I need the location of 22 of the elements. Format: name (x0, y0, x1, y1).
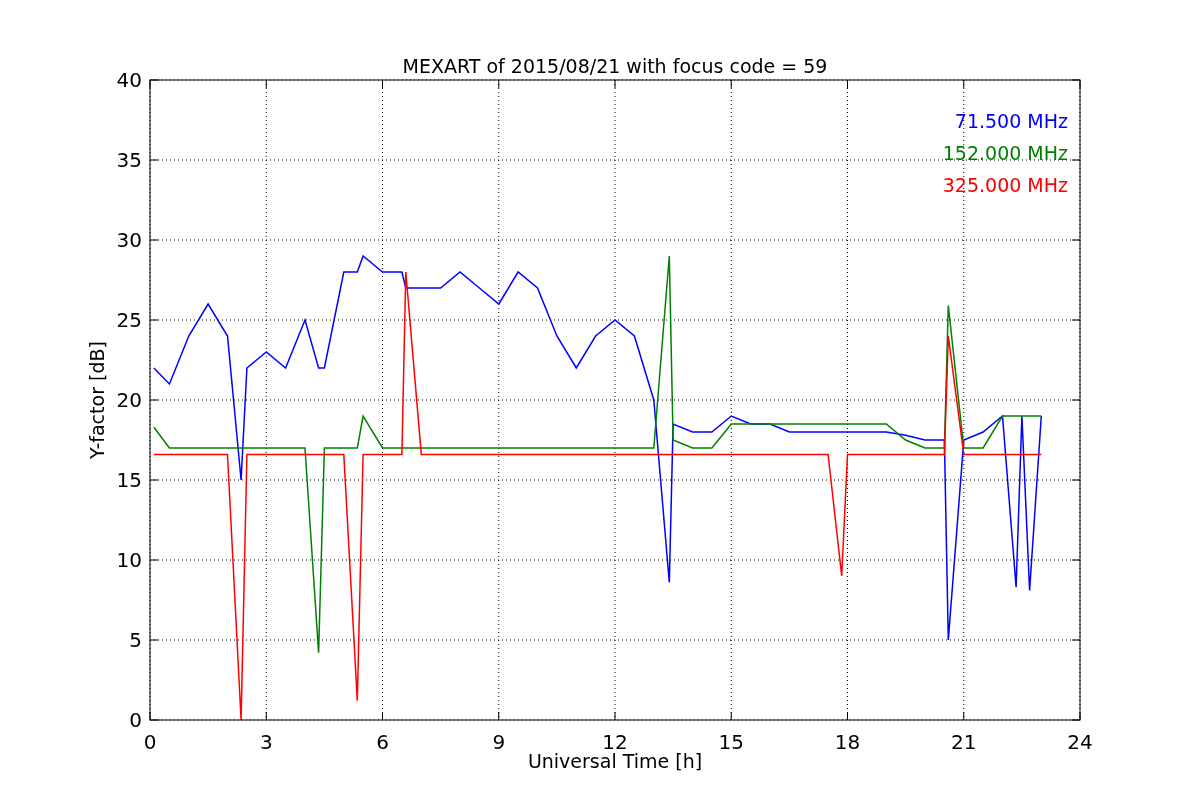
x-tick-label: 21 (951, 730, 977, 754)
chart-title: MEXART of 2015/08/21 with focus code = 59 (402, 55, 828, 77)
x-tick-label: 15 (718, 730, 744, 754)
y-tick-label: 30 (116, 228, 142, 252)
x-tick-label: 6 (376, 730, 389, 754)
y-tick-label: 0 (129, 708, 142, 732)
x-tick-label: 0 (143, 730, 157, 754)
legend-label: 325.000 MHz (942, 174, 1068, 196)
x-tick-label: 9 (492, 730, 506, 754)
y-tick-label: 15 (116, 468, 142, 492)
y-tick-label: 10 (116, 548, 142, 572)
y-tick-label: 25 (116, 308, 142, 332)
x-tick-label: 24 (1067, 730, 1093, 754)
y-axis-label: Y-factor [dB] (86, 341, 108, 459)
legend-label: 152.000 MHz (942, 142, 1068, 164)
legend-label: 71.500 MHz (954, 110, 1068, 132)
x-tick-label: 3 (259, 730, 273, 754)
y-tick-label: 5 (129, 628, 142, 652)
y-tick-label: 40 (116, 68, 142, 92)
y-tick-label: 20 (116, 388, 142, 412)
x-tick-label: 18 (834, 730, 861, 754)
y-tick-label: 35 (116, 148, 142, 172)
